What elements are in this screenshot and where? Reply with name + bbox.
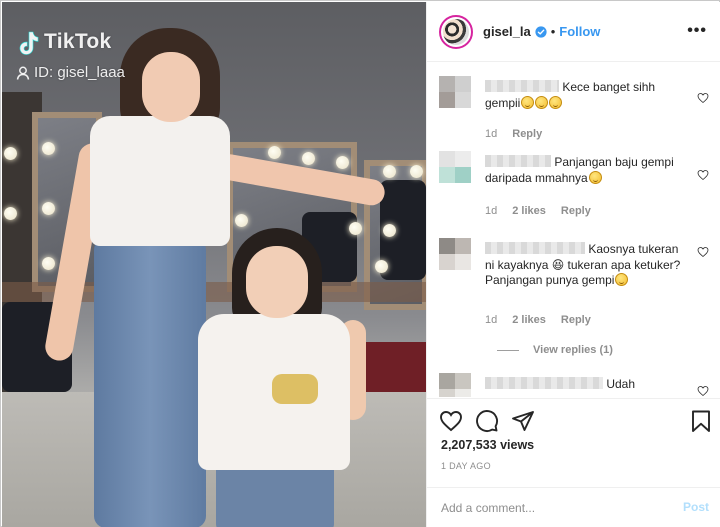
commenter-username[interactable]	[485, 242, 585, 254]
view-replies-label: View replies (1)	[533, 344, 613, 356]
emoji	[615, 273, 629, 286]
tiktok-watermark: TikTok	[44, 30, 112, 53]
comment-likes[interactable]: 2 likes	[512, 314, 546, 326]
bookmark-icon[interactable]	[689, 409, 713, 433]
woman-shirt	[90, 116, 230, 246]
more-horizontal-icon[interactable]: •••	[687, 23, 707, 39]
username-link[interactable]: gisel_la	[483, 24, 531, 39]
vanity-bulb	[336, 156, 349, 169]
commenter-avatar[interactable]	[439, 76, 471, 108]
vanity-bulb	[302, 152, 315, 165]
heart-icon[interactable]	[439, 409, 463, 433]
like-comment-heart-icon[interactable]	[697, 92, 709, 104]
commenter-username[interactable]	[485, 377, 603, 389]
comment-bubble-icon[interactable]	[475, 409, 499, 433]
tiktok-id-text: ID: gisel_laaa	[34, 64, 125, 81]
post-sidebar: gisel_la • Follow ••• Kece banget sihh g…	[426, 2, 720, 527]
post-button[interactable]: Post	[683, 500, 709, 514]
follow-button[interactable]: Follow	[559, 24, 600, 39]
avatar-image	[443, 18, 469, 45]
divider	[497, 349, 519, 351]
commenter-avatar[interactable]	[439, 373, 471, 397]
video-player[interactable]: TikTok ID: gisel_laaa	[2, 2, 426, 527]
separator: •	[550, 24, 556, 39]
person-icon	[16, 66, 30, 80]
vanity-bulb	[268, 146, 281, 159]
verified-badge-icon	[535, 25, 547, 38]
commenter-username[interactable]	[485, 155, 551, 167]
action-bar	[427, 398, 720, 440]
vanity-bulb	[410, 165, 423, 178]
comment-time: 1d	[485, 314, 498, 326]
tiktok-id: ID: gisel_laaa	[16, 64, 125, 81]
reply-button[interactable]: Reply	[512, 128, 542, 140]
like-comment-heart-icon[interactable]	[697, 169, 709, 181]
like-comment-heart-icon[interactable]	[697, 385, 709, 397]
comment-composer: Post	[427, 487, 720, 527]
comment-message: Udah	[606, 377, 636, 391]
woman-jeans	[94, 238, 206, 527]
comment-text: Kece banget sihh gempii	[485, 80, 685, 111]
vanity-bulb	[42, 257, 55, 270]
commenter-avatar[interactable]	[439, 151, 471, 183]
emoji	[549, 95, 563, 109]
view-replies-button[interactable]: View replies (1)	[497, 344, 613, 356]
avatar[interactable]	[439, 14, 473, 49]
vanity-bulb	[4, 147, 17, 160]
vanity-bulb	[349, 222, 362, 235]
comment-time: 1d	[485, 128, 498, 140]
emoji	[535, 95, 549, 109]
emoji	[521, 95, 535, 109]
comment-text: Kaosnya tukeran ni kayaknya 😆 tukeran ap…	[485, 242, 685, 289]
vanity-bulb	[235, 214, 248, 227]
commenter-avatar[interactable]	[439, 238, 471, 270]
vanity-bulb	[383, 165, 396, 178]
shirt-print	[272, 374, 318, 404]
girl-face	[246, 246, 308, 318]
vanity-bulb	[4, 207, 17, 220]
post-header: gisel_la • Follow •••	[427, 2, 720, 62]
vanity-bulb	[42, 142, 55, 155]
commenter-username[interactable]	[485, 80, 559, 92]
comment-input[interactable]	[427, 488, 667, 527]
comment-text: Udah	[485, 377, 685, 393]
girl-jeans	[216, 462, 334, 527]
paper-plane-icon[interactable]	[511, 409, 535, 433]
vanity-bulb	[42, 202, 55, 215]
like-comment-heart-icon[interactable]	[697, 246, 709, 258]
comment-text: Panjangan baju gempi daripada mmahnya	[485, 155, 685, 186]
comments-list[interactable]: Kece banget sihh gempii 1d Reply Panjang…	[427, 63, 720, 397]
vanity-bulb	[383, 224, 396, 237]
vanity-bulb	[375, 260, 388, 273]
tiktok-note-icon	[19, 31, 39, 55]
view-count[interactable]: 2,207,533 views	[441, 438, 534, 452]
comment-time: 1d	[485, 205, 498, 217]
woman-face	[142, 52, 200, 122]
comment-meta: 1d Reply	[485, 128, 542, 140]
instagram-post-window: TikTok ID: gisel_laaa gisel_la • Follow …	[0, 0, 720, 527]
reply-button[interactable]: Reply	[561, 314, 591, 326]
comment-meta: 1d 2 likes Reply	[485, 205, 591, 217]
comment-meta: 1d 2 likes Reply	[485, 314, 591, 326]
comment-likes[interactable]: 2 likes	[512, 205, 546, 217]
post-timestamp[interactable]: 1 DAY AGO	[441, 461, 491, 471]
emoji	[588, 170, 602, 184]
reply-button[interactable]: Reply	[561, 205, 591, 217]
